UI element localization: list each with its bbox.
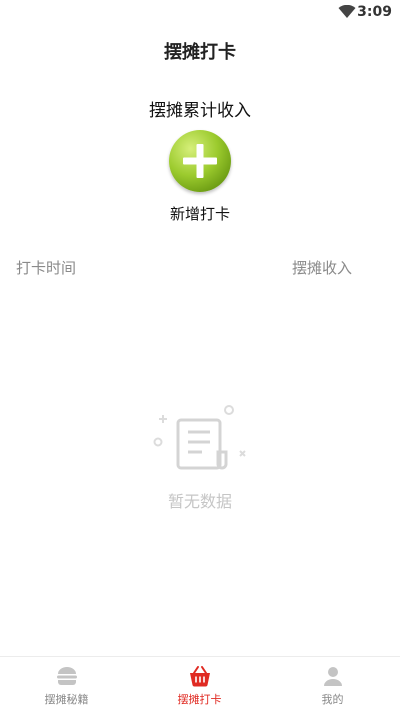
add-checkin-button[interactable] bbox=[169, 130, 231, 192]
empty-state-text: 暂无数据 bbox=[167, 492, 232, 511]
status-time: 3:09 bbox=[357, 4, 392, 20]
plus-icon bbox=[183, 144, 217, 178]
column-header-checkin-time: 打卡时间 bbox=[16, 259, 77, 277]
column-header-income: 摆摊收入 bbox=[292, 259, 353, 277]
status-bar: 3:09 bbox=[0, 0, 400, 24]
nav-label-mine: 我的 bbox=[321, 693, 344, 706]
document-icon bbox=[153, 405, 246, 470]
nav-label-checkin: 摆摊打卡 bbox=[177, 693, 222, 706]
nav-label-secrets: 摆摊秘籍 bbox=[44, 693, 89, 706]
nav-item-mine[interactable]: 我的 bbox=[266, 657, 399, 710]
nav-item-secrets[interactable]: 摆摊秘籍 bbox=[0, 657, 133, 710]
total-income-label: 摆摊累计收入 bbox=[149, 101, 251, 121]
basket-icon bbox=[190, 666, 210, 687]
bottom-nav: 摆摊秘籍 摆摊打卡 我的 bbox=[0, 656, 400, 710]
user-icon bbox=[324, 667, 342, 686]
nav-item-checkin[interactable]: 摆摊打卡 bbox=[133, 657, 266, 710]
wifi-icon bbox=[338, 5, 356, 18]
page-title: 摆摊打卡 bbox=[164, 42, 236, 63]
burger-icon bbox=[57, 667, 77, 685]
add-checkin-label[interactable]: 新增打卡 bbox=[0, 203, 400, 224]
